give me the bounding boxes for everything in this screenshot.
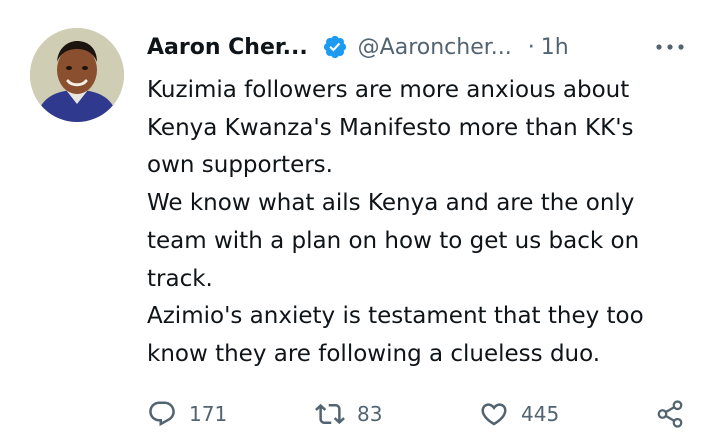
tweet-line: team with a plan on how to get us back o… [147, 227, 640, 254]
profile-photo-icon [30, 28, 124, 122]
heart-icon [481, 403, 507, 426]
tweet-line: track. [147, 265, 213, 292]
verified-badge-icon [322, 34, 348, 60]
reply-icon [149, 401, 175, 427]
tweet-line: own supporters. [147, 152, 333, 179]
action-bar: 171 83 445 [147, 396, 692, 432]
tweet-line: Kuzimia followers are more anxious about [147, 77, 630, 103]
tweet-text: Kuzimia followers are more anxious about… [147, 72, 707, 374]
author-handle[interactable]: @Aaroncher... [358, 35, 512, 60]
avatar[interactable] [30, 28, 124, 122]
tweet-line: Kenya Kwanza's Manifesto more than KK's [147, 114, 634, 141]
more-options-button[interactable] [653, 36, 687, 58]
timestamp[interactable]: 1h [541, 35, 569, 60]
retweet-icon [315, 403, 345, 425]
separator-dot: · [527, 34, 535, 60]
like-button[interactable]: 445 [479, 396, 559, 432]
tweet-line: Azimio's anxiety is testament that they … [147, 303, 644, 330]
share-button[interactable] [655, 396, 685, 432]
tweet-line: We know what ails Kenya and are the only [147, 190, 635, 217]
retweet-button[interactable]: 83 [315, 396, 382, 432]
tweet-line: know they are following a clueless duo. [147, 340, 601, 367]
reply-count: 171 [189, 402, 228, 426]
retweet-count: 83 [357, 402, 383, 426]
more-icon [656, 44, 684, 50]
like-count: 445 [521, 402, 560, 426]
author-name[interactable]: Aaron Cher... [147, 35, 308, 60]
reply-button[interactable]: 171 [147, 396, 227, 432]
tweet-header: Aaron Cher... @Aaroncher... · 1h [147, 30, 569, 64]
share-icon [657, 400, 683, 428]
